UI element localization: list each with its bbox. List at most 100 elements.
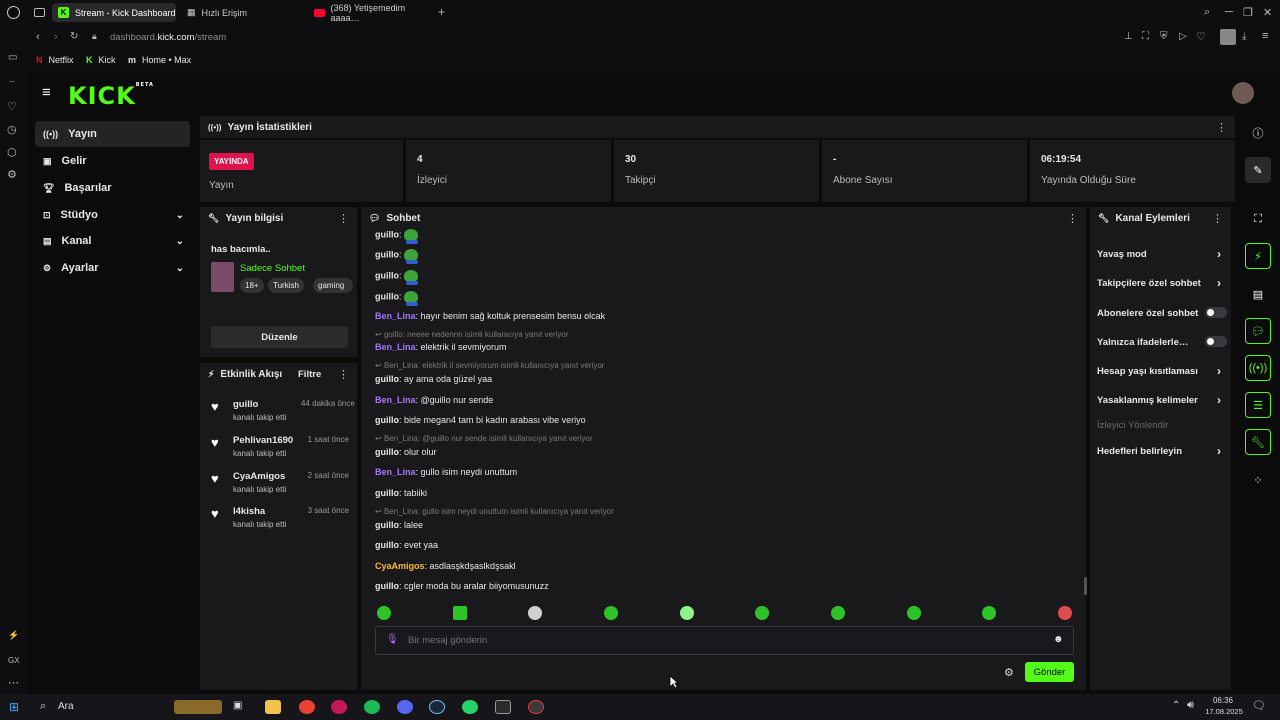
activity-rail-icon[interactable]: ☰: [1245, 392, 1271, 418]
sidebar-extensions-icon[interactable]: ⬡: [7, 146, 17, 159]
workspace-icon[interactable]: [34, 8, 45, 17]
action-banned-words[interactable]: Yasaklanmış kelimeler ›: [1097, 393, 1221, 407]
pin-icon[interactable]: ⊥: [1124, 31, 1133, 42]
nav-item-ayarlar[interactable]: ⚙ Ayarlar ⌄: [35, 255, 190, 281]
chat-username[interactable]: Ben_Lina: [375, 311, 416, 321]
forward-icon[interactable]: ›: [54, 31, 58, 43]
kebab-menu-icon[interactable]: ⋮: [338, 212, 349, 225]
kebab-menu-icon[interactable]: ⋮: [1212, 212, 1223, 225]
quick-emote[interactable]: [377, 606, 391, 620]
taskbar-search[interactable]: Ara: [58, 701, 74, 712]
chat-username[interactable]: guillo: [375, 447, 399, 457]
sidebar-heart-icon[interactable]: ♡: [7, 100, 17, 113]
chat-username[interactable]: guillo: [375, 291, 399, 301]
chat-username[interactable]: guillo: [375, 540, 399, 550]
bookmark-kick[interactable]: K Kick: [86, 55, 116, 65]
tab-quick-access[interactable]: ▦ Hızlı Erişim: [181, 3, 305, 22]
chat-settings-gear-icon[interactable]: ⚙: [1004, 666, 1014, 679]
chat-username[interactable]: CyaAmigos: [375, 561, 425, 571]
action-set-goals[interactable]: Hedefleri belirleyin ›: [1097, 444, 1221, 458]
profile-avatar[interactable]: [1220, 29, 1236, 45]
search-icon[interactable]: ⌕: [40, 700, 46, 713]
user-avatar[interactable]: [1232, 82, 1254, 104]
event-user[interactable]: CyaAmigos: [233, 471, 285, 482]
kebab-menu-icon[interactable]: ⋮: [338, 368, 349, 381]
tab-youtube[interactable]: (368) Yetişemedim aaaa…: [308, 3, 432, 23]
bookmark-netflix[interactable]: N Netflix: [36, 55, 74, 65]
edit-button[interactable]: Düzenle: [211, 326, 348, 348]
search-tabs-icon[interactable]: ⌕: [1204, 6, 1210, 19]
chat-username[interactable]: guillo: [375, 520, 399, 530]
event-user[interactable]: l4kisha: [233, 506, 265, 517]
quick-emote[interactable]: [1058, 606, 1072, 620]
shield-icon[interactable]: ⛨: [1160, 31, 1168, 42]
taskbar-widget-image[interactable]: [174, 700, 222, 714]
kick-logo[interactable]: KICKBETA: [68, 82, 154, 110]
bookmark-max[interactable]: m Home • Max: [128, 55, 191, 65]
microphone-icon[interactable]: 🎙︎: [386, 634, 399, 645]
info-icon[interactable]: ⓘ: [1245, 120, 1271, 146]
chat-username[interactable]: guillo: [375, 415, 399, 425]
notifications-icon[interactable]: 🗨︎: [1252, 699, 1266, 712]
event-user[interactable]: Pehlivan1690: [233, 435, 293, 446]
tools-rail-icon[interactable]: 🔧︎: [1245, 429, 1271, 455]
volume-icon[interactable]: 🔊︎: [1187, 699, 1194, 712]
edit-pencil-icon[interactable]: ✎: [1245, 157, 1271, 183]
opera-gx-taskbar-icon[interactable]: [331, 700, 347, 714]
chrome-icon[interactable]: [299, 700, 315, 714]
spotify-icon[interactable]: [364, 700, 380, 714]
obs-icon[interactable]: [528, 700, 544, 714]
tray-chevron-icon[interactable]: ⌃: [1172, 700, 1180, 711]
chat-rail-icon[interactable]: 💬︎: [1245, 318, 1271, 344]
task-view-icon[interactable]: ▣: [233, 700, 249, 714]
kebab-menu-icon[interactable]: ⋮: [1067, 212, 1078, 225]
quick-emote[interactable]: [604, 606, 618, 620]
nav-item-basarilar[interactable]: 🏆︎ Başarılar: [35, 175, 190, 201]
action-slow-mode[interactable]: Yavaş mod ›: [1097, 247, 1221, 261]
discord-icon[interactable]: [397, 700, 413, 714]
chat-username[interactable]: guillo: [375, 229, 399, 239]
windows-start-icon[interactable]: ⊞: [9, 700, 19, 714]
subscribers-only-toggle[interactable]: [1205, 307, 1227, 318]
minimize-icon[interactable]: ─: [1225, 6, 1233, 18]
notes-icon[interactable]: ▤: [1245, 281, 1271, 307]
file-explorer-icon[interactable]: [265, 700, 281, 714]
action-followers-only[interactable]: Takipçilere özel sohbet ›: [1097, 276, 1221, 290]
snapshot-icon[interactable]: ⛶: [1142, 31, 1149, 42]
chat-username[interactable]: guillo: [375, 488, 399, 498]
category-thumbnail[interactable]: [211, 262, 234, 292]
chat-scrollbar[interactable]: [1084, 577, 1087, 595]
sidebar-wallet-icon[interactable]: ▭: [8, 52, 17, 63]
emotes-only-toggle[interactable]: [1205, 336, 1227, 347]
quick-actions-icon[interactable]: ⚡︎: [1245, 243, 1271, 269]
chat-username[interactable]: guillo: [375, 270, 399, 280]
kebab-menu-icon[interactable]: ⋮: [1216, 121, 1227, 134]
tag-chip[interactable]: gaming: [313, 278, 353, 293]
quick-emote[interactable]: [907, 606, 921, 620]
quick-emote[interactable]: [755, 606, 769, 620]
back-icon[interactable]: ‹: [36, 31, 40, 43]
tag-chip[interactable]: 18+: [240, 278, 264, 293]
chat-username[interactable]: Ben_Lina: [375, 395, 416, 405]
opera-logo-icon[interactable]: [7, 6, 20, 19]
reload-icon[interactable]: ↻: [70, 31, 78, 42]
new-tab-icon[interactable]: +: [438, 5, 445, 19]
chat-username[interactable]: guillo: [375, 249, 399, 259]
sidebar-history-icon[interactable]: ◷: [7, 123, 17, 136]
download-icon[interactable]: ⤓: [1242, 31, 1246, 42]
chat-username[interactable]: Ben_Lina: [375, 342, 416, 352]
hamburger-menu-icon[interactable]: ≡: [42, 84, 51, 101]
chat-username[interactable]: guillo: [375, 581, 399, 591]
menu-icon[interactable]: ≡: [1262, 30, 1268, 42]
clock-date[interactable]: 17.08.2025: [1204, 707, 1244, 716]
nav-item-kanal[interactable]: ▤ Kanal ⌄: [35, 228, 190, 254]
quick-emote[interactable]: [680, 606, 694, 620]
play-icon[interactable]: ▷: [1179, 31, 1187, 42]
url-field[interactable]: dashboard.kick.com/stream: [110, 32, 226, 43]
filter-button[interactable]: Filtre: [298, 369, 321, 380]
heart-icon[interactable]: ♡: [1196, 30, 1206, 43]
close-window-icon[interactable]: ✕: [1263, 6, 1272, 19]
chat-input-box[interactable]: 🎙︎ ☻: [375, 626, 1074, 655]
quick-emote[interactable]: [453, 606, 467, 620]
emoji-picker-icon[interactable]: ☻: [1053, 634, 1064, 645]
